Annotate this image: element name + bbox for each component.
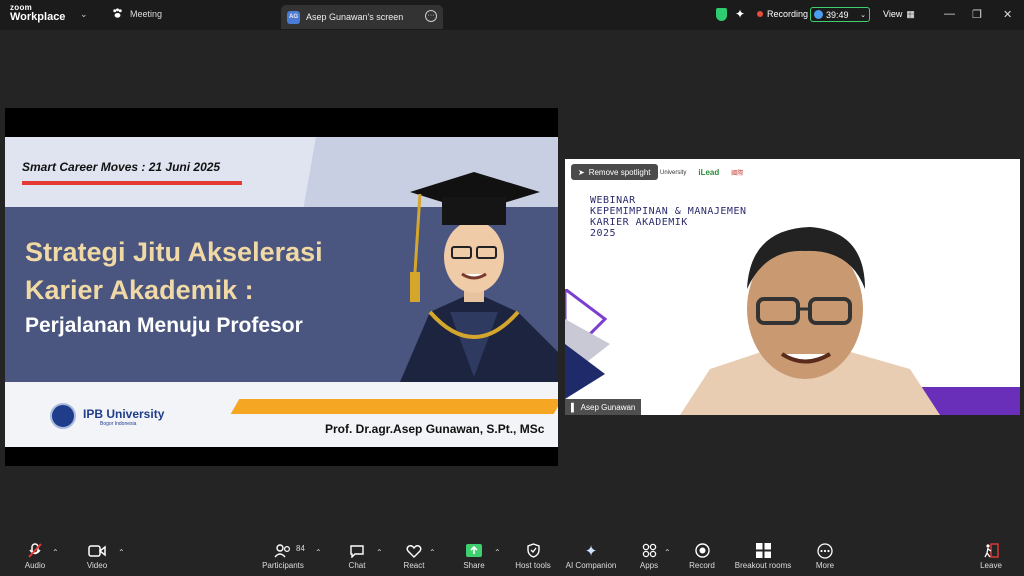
security-shield-icon[interactable] bbox=[716, 8, 727, 21]
participants-button[interactable]: Participants bbox=[248, 538, 318, 576]
share-label: Share bbox=[463, 561, 485, 570]
sponsor-logos: University iLead 國際 bbox=[660, 168, 743, 177]
avatar: AG bbox=[287, 10, 300, 24]
participant-name-tag: ▌ Asep Gunawan bbox=[565, 399, 642, 415]
participant-video bbox=[680, 227, 940, 415]
screen-tab-label: Asep Gunawan's screen bbox=[306, 12, 404, 22]
host-tools-label: Host tools bbox=[515, 561, 551, 570]
logo-ilead: iLead bbox=[698, 168, 720, 177]
audio-label: Audio bbox=[24, 561, 46, 570]
decorative-shapes bbox=[565, 289, 610, 399]
participant-name: Asep Gunawan bbox=[580, 402, 636, 412]
chevron-down-icon[interactable]: ⌄ bbox=[80, 9, 88, 20]
share-screen-icon bbox=[466, 543, 482, 558]
webinar-line: WEBINAR bbox=[590, 195, 636, 206]
more-options-icon[interactable]: ··· bbox=[425, 10, 437, 22]
apps-icon bbox=[642, 543, 657, 558]
microphone-muted-icon bbox=[28, 543, 42, 558]
apps-label: Apps bbox=[639, 561, 659, 570]
video-options-caret-icon[interactable]: ⌃ bbox=[118, 548, 125, 557]
recording-indicator[interactable]: Recording bbox=[757, 9, 808, 19]
slide-date-line: Smart Career Moves : 21 Juni 2025 bbox=[22, 160, 221, 174]
breakout-rooms-button[interactable]: Breakout rooms bbox=[728, 538, 798, 576]
grid-icon bbox=[755, 543, 771, 558]
meeting-tab-label: Meeting bbox=[130, 8, 163, 19]
leave-label: Leave bbox=[980, 561, 1002, 570]
zoom-workplace-logo[interactable]: zoom Workplace bbox=[10, 4, 65, 23]
meeting-timer[interactable]: 39:49 ⌄ bbox=[810, 7, 870, 22]
react-caret-icon[interactable]: ⌃ bbox=[429, 548, 436, 557]
breakout-rooms-label: Breakout rooms bbox=[734, 561, 792, 570]
more-button[interactable]: More bbox=[790, 538, 860, 576]
people-icon bbox=[274, 543, 292, 558]
tab-meeting[interactable]: Meeting bbox=[112, 8, 162, 19]
react-label: React bbox=[403, 561, 425, 570]
record-label: Record bbox=[689, 561, 715, 570]
institution-subtitle: Bogor Indonesia bbox=[100, 421, 137, 427]
audio-button[interactable]: Audio bbox=[0, 538, 70, 576]
view-icon: ▦ bbox=[906, 9, 915, 19]
participants-caret-icon[interactable]: ⌃ bbox=[315, 548, 322, 557]
record-dot-icon bbox=[757, 11, 763, 17]
paw-icon bbox=[113, 8, 122, 18]
view-button[interactable]: View ▦ bbox=[883, 9, 915, 20]
zoom-meeting-window: zoom Workplace ⌄ Meeting AG Asep Gunawan… bbox=[0, 0, 1024, 576]
brand-workplace-text: Workplace bbox=[10, 11, 66, 23]
minimize-button[interactable]: — bbox=[944, 8, 955, 20]
restore-button[interactable]: ❐ bbox=[972, 8, 982, 21]
chat-bubble-icon bbox=[349, 543, 365, 558]
participants-label: Participants bbox=[262, 561, 304, 570]
graduate-portrait-image bbox=[400, 172, 558, 382]
close-button[interactable]: ✕ bbox=[1003, 8, 1012, 21]
chat-label: Chat bbox=[348, 561, 366, 570]
shield-icon bbox=[526, 543, 540, 558]
institution-name: IPB University bbox=[83, 407, 165, 421]
shared-screen: Smart Career Moves : 21 Juni 2025 Strate… bbox=[5, 108, 558, 466]
clock-icon bbox=[814, 10, 823, 19]
sparkle-icon: ✦ bbox=[584, 542, 598, 560]
ai-companion-label: AI Companion bbox=[565, 561, 617, 570]
record-icon bbox=[694, 543, 710, 558]
more-dots-icon bbox=[817, 542, 833, 559]
remove-spotlight-label: Remove spotlight bbox=[588, 167, 651, 177]
more-label: More bbox=[815, 561, 835, 570]
tab-shared-screen[interactable]: AG Asep Gunawan's screen ··· bbox=[281, 5, 443, 29]
heart-icon bbox=[406, 543, 422, 558]
record-button[interactable]: Record bbox=[667, 538, 737, 576]
leave-button[interactable]: Leave bbox=[956, 538, 1024, 576]
participant-count: 84 bbox=[296, 544, 305, 553]
timer-value: 39:49 bbox=[826, 9, 849, 20]
slide-subtitle: Perjalanan Menuju Profesor bbox=[25, 314, 303, 337]
remove-spotlight-button[interactable]: ➤ Remove spotlight bbox=[571, 164, 658, 180]
meeting-toolbar: Audio ⌃ Video ⌃ Participants 84 ⌃ Chat ⌃ bbox=[0, 538, 1024, 576]
video-label: Video bbox=[86, 561, 108, 570]
slide-red-underline bbox=[22, 181, 242, 185]
logo-third: 國際 bbox=[731, 171, 744, 177]
logo-university: University bbox=[660, 169, 687, 176]
ai-sparkle-icon[interactable]: ✦ bbox=[735, 7, 745, 21]
slide-title-line2: Karier Akademik : bbox=[25, 275, 254, 305]
ipb-logo-icon bbox=[50, 403, 76, 429]
view-label: View bbox=[883, 9, 903, 19]
slide-orange-stripe bbox=[230, 399, 558, 414]
presentation-slide: Smart Career Moves : 21 Juni 2025 Strate… bbox=[5, 137, 558, 447]
title-bar: zoom Workplace ⌄ Meeting AG Asep Gunawan… bbox=[0, 0, 1024, 30]
leave-door-icon bbox=[983, 543, 999, 558]
slide-author: Prof. Dr.agr.Asep Gunawan, S.Pt., MSc bbox=[325, 422, 545, 436]
pin-icon: ➤ bbox=[578, 167, 585, 177]
slide-title-line1: Strategi Jitu Akselerasi bbox=[25, 237, 323, 267]
recording-label: Recording bbox=[767, 9, 809, 19]
video-button[interactable]: Video bbox=[62, 538, 132, 576]
audio-options-caret-icon[interactable]: ⌃ bbox=[52, 548, 59, 557]
camera-icon bbox=[88, 543, 106, 558]
chevron-down-icon: ⌄ bbox=[860, 11, 866, 19]
signal-bars-icon: ▌ bbox=[571, 402, 577, 412]
spotlight-video-tile[interactable]: University iLead 國際 WEBINAR KEPEMIMPINAN… bbox=[565, 159, 1020, 415]
webinar-line: KEPEMIMPINAN & MANAJEMEN bbox=[590, 206, 747, 217]
